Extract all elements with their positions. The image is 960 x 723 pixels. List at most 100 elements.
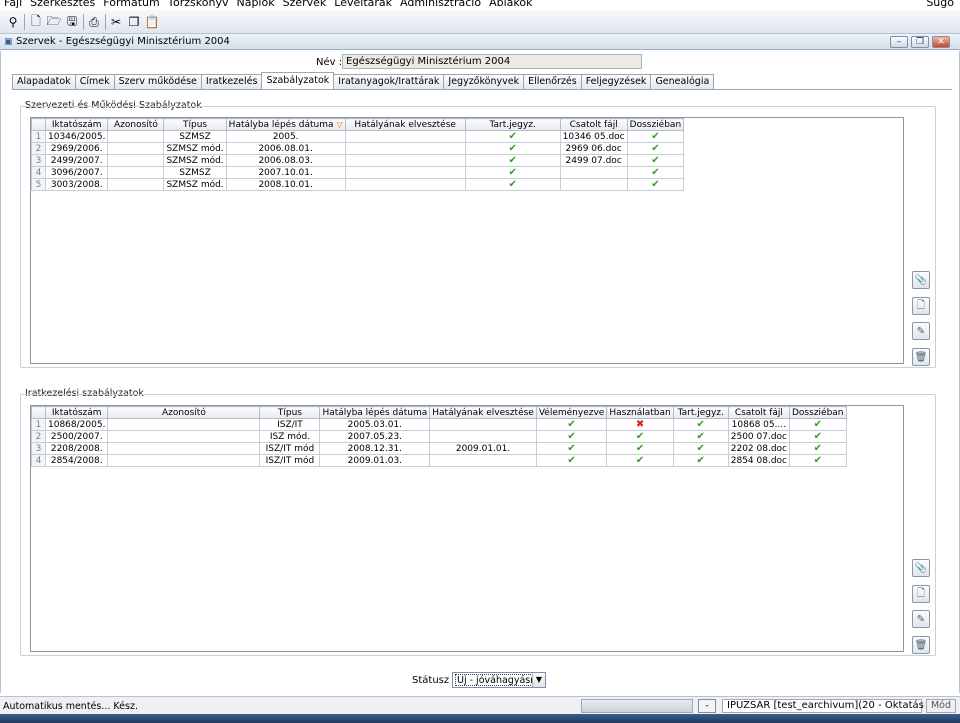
table-cell[interactable]: 10346 05.doc [559,130,628,143]
column-header[interactable]: Azonosító [107,406,261,419]
table-cell[interactable]: ✔ [789,430,847,443]
table-cell[interactable]: ✔ [672,430,729,443]
close-button[interactable]: ✕ [932,36,950,48]
table-cell[interactable] [559,178,628,191]
table-cell[interactable]: ✔ [606,442,674,455]
row-number[interactable]: 5 [31,178,46,191]
table-cell[interactable] [107,166,165,179]
table-cell[interactable]: SZMSZ mód. [163,154,227,167]
table-cell[interactable]: 3003/2008. [44,178,109,191]
table-cell[interactable]: 2208/2008. [44,442,109,455]
table-row[interactable]: 1 10346/2005. SZMSZ 2005. ✔ 10346 05.doc ✔ [31,130,685,143]
row-number[interactable]: 1 [31,418,46,431]
table-cell[interactable]: ✔ [789,454,847,467]
table-row[interactable]: 2 2969/2006. SZMSZ mód. 2006.08.01. ✔ 2969 06… [31,142,685,155]
table-cell[interactable]: SZMSZ [163,166,227,179]
table-cell[interactable]: ✔ [464,154,561,167]
table-cell[interactable]: ✔ [626,178,685,191]
table-cell[interactable]: 2499/2007. [44,154,109,167]
menu-item[interactable]: Adminisztráció [400,0,481,9]
table-cell[interactable] [344,166,466,179]
table-cell[interactable]: ✔ [626,142,685,155]
table-cell[interactable]: ✔ [672,454,729,467]
column-header[interactable]: Hatályának elvesztése [429,406,537,419]
open-folder-icon[interactable]: 🗁 [46,14,62,30]
status-mini-button[interactable]: - [698,699,716,713]
table-cell[interactable]: 10868/2005. [44,418,109,431]
tab-feljegyz-sek[interactable]: Feljegyzések [580,74,652,89]
attach-icon[interactable]: 📎 [912,559,930,577]
table-cell[interactable]: 2499 07.doc [559,154,628,167]
cut-icon[interactable]: ✂ [108,14,124,30]
table-cell[interactable]: SZMSZ [163,130,227,143]
table-cell[interactable]: ✔ [535,418,608,431]
table-cell[interactable] [344,154,466,167]
table-cell[interactable]: 2006.08.01. [225,142,346,155]
table-cell[interactable]: 2009.01.03. [319,454,431,467]
table-cell[interactable] [107,178,165,191]
table-cell[interactable]: ✔ [672,418,729,431]
table-cell[interactable]: ✔ [626,154,685,167]
table-cell[interactable] [107,454,261,467]
delete-record-icon[interactable]: 🗑 [912,636,930,654]
table-cell[interactable] [429,418,537,431]
table-cell[interactable]: 2854/2008. [44,454,109,467]
table-cell[interactable]: ✔ [535,454,608,467]
chevron-down-icon[interactable]: ▼ [532,673,545,687]
column-header[interactable]: Hatályba lépés dátuma [319,406,431,419]
isz-table[interactable]: Iktatószám Azonosító Típus Hatályba lépés d… [30,405,904,652]
table-cell[interactable]: ISZ/IT mód [259,454,321,467]
table-cell[interactable] [344,178,466,191]
table-cell[interactable]: 2009.01.01. [429,442,537,455]
table-cell[interactable]: SZMSZ mód. [163,178,227,191]
table-cell[interactable]: ISZ mód. [259,430,321,443]
table-row[interactable]: 3 2208/2008. ISZ/IT mód 2008.12.31. 2009.01.… [31,442,847,455]
row-number[interactable]: 1 [31,130,46,143]
table-cell[interactable]: 2005.03.01. [319,418,431,431]
tab-iratkezel-s[interactable]: Iratkezelés [200,74,263,89]
status-select[interactable]: Új - jóváhagyásra... ▼ [452,672,546,688]
table-cell[interactable]: ISZ/IT [259,418,321,431]
menu-item[interactable]: Fájl [4,0,22,9]
table-row[interactable]: 4 3096/2007. SZMSZ 2007.10.01. ✔ ✔ [31,166,685,179]
table-cell[interactable] [344,142,466,155]
table-cell[interactable]: ✔ [535,442,608,455]
edit-record-icon[interactable]: ✎ [912,322,930,340]
table-cell[interactable]: 2008.10.01. [225,178,346,191]
new-document-icon[interactable]: 🗋 [28,14,44,30]
column-header[interactable]: Azonosító [107,118,165,131]
table-cell[interactable] [344,130,466,143]
table-cell[interactable]: 2008.12.31. [319,442,431,455]
table-cell[interactable]: 2202 08.doc [727,442,791,455]
tab-szab-lyzatok[interactable]: Szabályzatok [261,72,335,89]
table-cell[interactable]: ✔ [464,178,561,191]
name-field[interactable]: Egészségügyi Minisztérium 2004 [342,54,642,69]
table-cell[interactable]: 2854 08.doc [727,454,791,467]
table-cell[interactable]: ✔ [789,418,847,431]
table-cell[interactable]: 10346/2005. [44,130,109,143]
column-header[interactable]: Típus [259,406,321,419]
menu-item[interactable]: Formátum [103,0,159,9]
table-cell[interactable]: ✔ [464,130,561,143]
column-header[interactable]: Iktatószám [44,406,109,419]
table-cell[interactable]: ✔ [672,442,729,455]
row-number[interactable]: 2 [31,142,46,155]
table-cell[interactable]: ✔ [789,442,847,455]
row-number[interactable]: 3 [31,442,46,455]
column-header[interactable]: Tart.jegyz. [672,406,729,419]
row-number[interactable]: 2 [31,430,46,443]
column-header[interactable]: Csatolt fájl [559,118,628,131]
column-header[interactable]: Iktatószám [44,118,109,131]
column-header[interactable]: Dossziéban [626,118,685,131]
row-number[interactable]: 3 [31,154,46,167]
menu-item[interactable]: Naplók [236,0,274,9]
table-cell[interactable]: ✔ [535,430,608,443]
table-cell[interactable]: ✖ [606,418,674,431]
menu-item[interactable]: Szerkesztés [30,0,95,9]
table-cell[interactable]: ✔ [464,142,561,155]
save-icon[interactable]: 🖫 [64,14,80,30]
menu-help[interactable]: Súgó [926,0,954,9]
table-cell[interactable]: 2006.08.03. [225,154,346,167]
column-header[interactable]: Dossziéban [789,406,847,419]
tab-geneal-gia[interactable]: Genealógia [650,74,715,89]
